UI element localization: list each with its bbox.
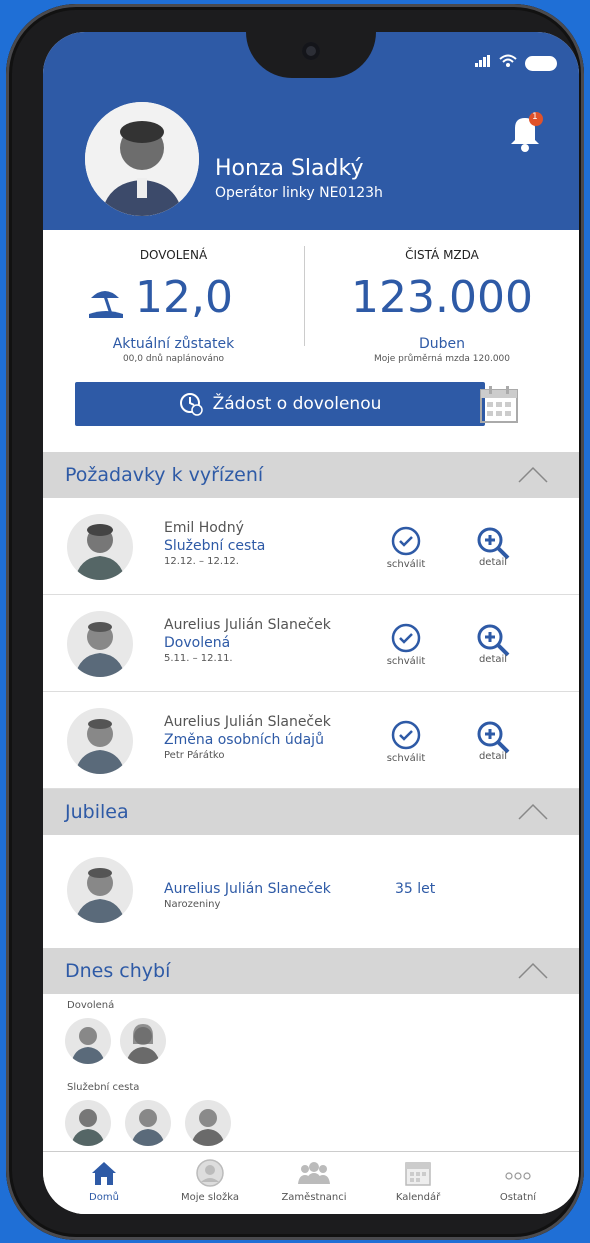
salary-month: Duben bbox=[418, 336, 466, 352]
jubilee-section-title: Jubilea bbox=[65, 801, 129, 823]
avatar[interactable] bbox=[125, 1100, 171, 1146]
profile-avatar[interactable] bbox=[85, 102, 199, 216]
jubilee-row[interactable]: Aurelius Julián Slaneček Narozeniny 35 l… bbox=[43, 835, 579, 945]
bottom-navigation: Domů Moje složka Zaměstnanci Kalendář Os… bbox=[43, 1151, 579, 1214]
absent-section-title: Dnes chybí bbox=[65, 960, 171, 982]
status-bar bbox=[475, 54, 557, 72]
vacation-request-button[interactable]: Žádost o dovolenou bbox=[75, 382, 485, 426]
check-circle-icon bbox=[391, 623, 421, 653]
absent-vacation-label: Dovolená bbox=[67, 1000, 115, 1011]
vacation-balance: 12,0 bbox=[135, 272, 233, 323]
request-type: Dovolená bbox=[164, 635, 231, 651]
request-date: Petr Párátko bbox=[164, 750, 225, 761]
signal-icon bbox=[475, 55, 491, 71]
check-circle-icon bbox=[391, 526, 421, 556]
pending-section-title: Požadavky k vyřízení bbox=[65, 464, 264, 486]
avatar bbox=[67, 857, 133, 923]
pending-row[interactable]: Emil Hodný Služební cesta 12.12. – 12.12… bbox=[43, 498, 579, 595]
requester-name: Aurelius Julián Slaneček bbox=[164, 714, 331, 730]
approve-button[interactable]: schválit bbox=[381, 623, 431, 667]
nav-employees-label: Zaměstnanci bbox=[281, 1192, 347, 1203]
salary-title: ČISTÁ MZDA bbox=[405, 248, 479, 262]
vacation-title: DOVOLENÁ bbox=[139, 248, 208, 262]
chevron-up-icon bbox=[518, 466, 548, 483]
approve-button[interactable]: schválit bbox=[381, 720, 431, 764]
avatar[interactable] bbox=[120, 1018, 166, 1064]
phone-frame: Honza Sladký Operátor linky NE0123h 1 DO… bbox=[6, 4, 584, 1240]
avatar bbox=[67, 611, 133, 677]
absent-trip-label: Služební cesta bbox=[67, 1082, 140, 1093]
jubilee-event: Narozeniny bbox=[164, 899, 221, 910]
chevron-up-icon bbox=[518, 803, 548, 820]
notification-badge: 1 bbox=[532, 112, 538, 122]
avatar[interactable] bbox=[185, 1100, 231, 1146]
nav-my-folder[interactable]: Moje složka bbox=[165, 1158, 255, 1203]
jubilee-years: 35 let bbox=[395, 881, 436, 897]
calendar-button[interactable] bbox=[479, 384, 519, 424]
more-icon bbox=[505, 1172, 531, 1180]
nav-employees[interactable]: Zaměstnanci bbox=[269, 1158, 359, 1203]
approve-button[interactable]: schválit bbox=[381, 526, 431, 570]
requester-name: Emil Hodný bbox=[164, 520, 244, 536]
requester-name: Aurelius Julián Slaneček bbox=[164, 617, 331, 633]
stats-panel: DOVOLENÁ 12,0 Aktuální zůstatek 00,0 dnů… bbox=[43, 230, 579, 452]
pending-row[interactable]: Aurelius Julián Slaneček Změna osobních … bbox=[43, 692, 579, 789]
bell-icon bbox=[511, 112, 543, 152]
avatar bbox=[67, 708, 133, 774]
calendar-icon bbox=[405, 1162, 431, 1186]
chevron-up-icon bbox=[518, 962, 548, 979]
nav-calendar[interactable]: Kalendář bbox=[373, 1158, 463, 1203]
zoom-in-icon bbox=[477, 527, 510, 560]
person-photo-icon bbox=[85, 102, 199, 216]
detail-button[interactable]: detail bbox=[468, 623, 518, 665]
zoom-in-icon bbox=[477, 721, 510, 754]
nav-other-label: Ostatní bbox=[499, 1192, 537, 1203]
pending-row[interactable]: Aurelius Julián Slaneček Dovolená 5.11. … bbox=[43, 595, 579, 692]
vacation-balance-label: Aktuální zůstatek bbox=[112, 336, 235, 352]
nav-my-folder-label: Moje složka bbox=[181, 1192, 239, 1203]
notifications-button[interactable]: 1 bbox=[505, 110, 545, 152]
avatar[interactable] bbox=[65, 1100, 111, 1146]
approve-label: schválit bbox=[386, 559, 426, 570]
zoom-in-icon bbox=[477, 624, 510, 657]
pending-section-header[interactable]: Požadavky k vyřízení bbox=[43, 452, 579, 498]
profile-name: Honza Sladký bbox=[215, 156, 364, 181]
home-icon bbox=[92, 1162, 116, 1185]
avatar[interactable] bbox=[65, 1018, 111, 1064]
salary-average: Moje průměrná mzda 120.000 bbox=[373, 354, 510, 364]
approve-label: schválit bbox=[386, 656, 426, 667]
nav-home-label: Domů bbox=[89, 1192, 119, 1203]
nav-calendar-label: Kalendář bbox=[395, 1192, 441, 1203]
nav-other[interactable]: Ostatní bbox=[473, 1158, 563, 1203]
beach-icon bbox=[87, 284, 125, 322]
user-circle-icon bbox=[196, 1159, 224, 1187]
check-circle-icon bbox=[391, 720, 421, 750]
absent-section-header[interactable]: Dnes chybí bbox=[43, 948, 579, 994]
calendar-icon bbox=[480, 386, 518, 423]
clock-add-icon bbox=[179, 393, 203, 416]
jubilee-section-header[interactable]: Jubilea bbox=[43, 789, 579, 835]
request-type: Změna osobních údajů bbox=[164, 732, 324, 748]
team-icon bbox=[298, 1162, 330, 1184]
vacation-planned: 00,0 dnů naplánováno bbox=[122, 354, 225, 364]
request-type: Služební cesta bbox=[164, 538, 266, 554]
detail-button[interactable]: detail bbox=[468, 720, 518, 762]
detail-button[interactable]: detail bbox=[468, 526, 518, 568]
app-screen: Honza Sladký Operátor linky NE0123h 1 DO… bbox=[43, 32, 579, 1214]
approve-label: schválit bbox=[386, 753, 426, 764]
nav-home[interactable]: Domů bbox=[59, 1158, 149, 1203]
jubilee-name: Aurelius Julián Slaneček bbox=[164, 881, 331, 897]
avatar bbox=[67, 514, 133, 580]
wifi-icon bbox=[499, 54, 517, 72]
camera-icon bbox=[302, 42, 320, 60]
battery-icon bbox=[525, 55, 557, 71]
vacation-request-label: Žádost o dovolenou bbox=[212, 394, 382, 414]
salary-value: 123.000 bbox=[351, 272, 533, 323]
request-date: 12.12. – 12.12. bbox=[164, 556, 239, 567]
profile-role: Operátor linky NE0123h bbox=[215, 185, 383, 201]
request-date: 5.11. – 12.11. bbox=[164, 653, 233, 664]
